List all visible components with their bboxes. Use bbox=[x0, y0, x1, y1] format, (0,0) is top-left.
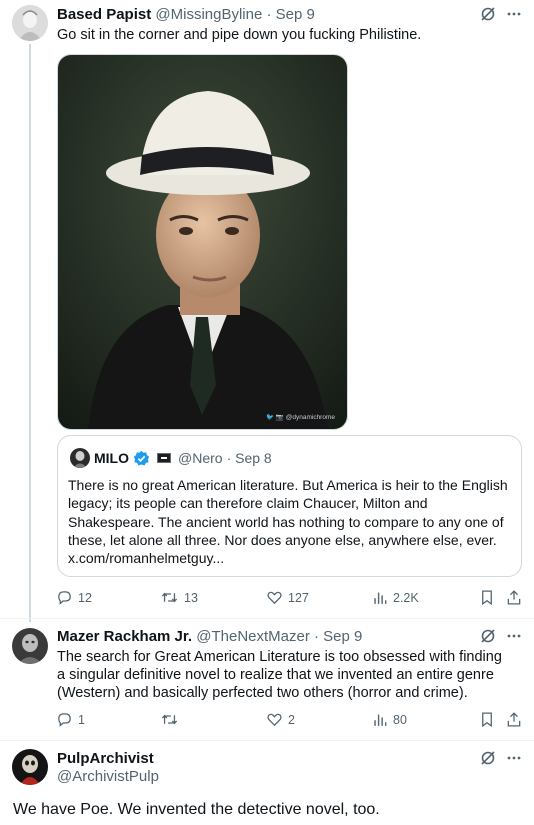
tweet-actions: 1 2 80 bbox=[56, 711, 522, 731]
views-icon bbox=[374, 592, 387, 604]
verified-badge-icon bbox=[133, 450, 150, 467]
display-name[interactable]: PulpArchivist bbox=[57, 750, 154, 767]
share-button[interactable] bbox=[506, 589, 522, 606]
user-handle[interactable]: @MissingByline bbox=[155, 6, 262, 23]
bookmark-button[interactable] bbox=[479, 711, 495, 728]
reply-icon bbox=[58, 713, 71, 727]
tweet-text: We have Poe. We invented the detective n… bbox=[13, 801, 380, 818]
repost-icon bbox=[161, 714, 178, 725]
bookmark-icon bbox=[482, 590, 492, 606]
reply-icon bbox=[58, 591, 71, 605]
grok-icon[interactable] bbox=[480, 750, 496, 766]
tweet-date[interactable]: · Sep 9 bbox=[314, 628, 362, 645]
quoted-tweet-text: There is no great American literature. B… bbox=[68, 477, 508, 567]
tweet-pulp-archivist[interactable]: PulpArchivist @ArchivistPulp We have Poe… bbox=[0, 741, 534, 825]
heart-icon bbox=[267, 591, 282, 605]
like-button[interactable]: 127 bbox=[266, 589, 309, 606]
repost-count: 13 bbox=[184, 590, 198, 605]
tweet-header: Based Papist @MissingByline · Sep 9 bbox=[57, 5, 315, 25]
repost-button[interactable] bbox=[160, 711, 184, 728]
bookmark-icon bbox=[482, 712, 492, 728]
quoted-date[interactable]: · Sep 8 bbox=[227, 450, 272, 466]
tweet-media-image[interactable]: 🐦 📷 @dynamichrome bbox=[57, 54, 348, 430]
user-handle[interactable]: @ArchivistPulp bbox=[57, 768, 159, 785]
view-count: 80 bbox=[393, 712, 407, 727]
share-icon bbox=[507, 712, 521, 727]
like-count: 2 bbox=[288, 712, 295, 727]
tweet-top-icons bbox=[480, 628, 522, 644]
quoted-tweet[interactable]: MILO @Nero · Sep 8 There is no great Ame… bbox=[57, 435, 522, 577]
reply-button[interactable]: 1 bbox=[56, 711, 85, 728]
more-options-icon[interactable] bbox=[506, 6, 522, 22]
avatar[interactable] bbox=[12, 628, 48, 664]
tweet-mazer-rackham[interactable]: Mazer Rackham Jr. @TheNextMazer · Sep 9 … bbox=[0, 619, 534, 740]
tweet-top-icons bbox=[480, 750, 522, 766]
quoted-avatar[interactable] bbox=[70, 448, 90, 468]
affiliate-badge-icon bbox=[157, 453, 171, 463]
tweet-top-icons bbox=[480, 6, 522, 22]
quoted-display-name[interactable]: MILO bbox=[94, 450, 129, 466]
display-name[interactable]: Based Papist bbox=[57, 6, 151, 23]
avatar[interactable] bbox=[12, 5, 48, 41]
repost-button[interactable]: 13 bbox=[160, 589, 198, 606]
reply-count: 1 bbox=[78, 712, 85, 727]
tweet-header: Mazer Rackham Jr. @TheNextMazer · Sep 9 bbox=[57, 627, 362, 647]
heart-icon bbox=[267, 713, 282, 727]
display-name[interactable]: Mazer Rackham Jr. bbox=[57, 628, 192, 645]
more-options-icon[interactable] bbox=[506, 750, 522, 766]
tweet-text: The search for Great American Literature… bbox=[57, 649, 502, 701]
thread-line bbox=[29, 44, 31, 622]
grok-icon[interactable] bbox=[480, 6, 496, 22]
share-icon bbox=[507, 590, 521, 605]
share-button[interactable] bbox=[506, 711, 522, 728]
views-button[interactable]: 80 bbox=[372, 711, 407, 728]
avatar[interactable] bbox=[12, 749, 48, 785]
view-count: 2.2K bbox=[393, 590, 419, 605]
quoted-handle[interactable]: @Nero bbox=[178, 450, 223, 466]
more-options-icon[interactable] bbox=[506, 628, 522, 644]
like-button[interactable]: 2 bbox=[266, 711, 295, 728]
tweet-date[interactable]: · Sep 9 bbox=[267, 6, 315, 23]
tweet-based-papist[interactable]: Based Papist @MissingByline · Sep 9 Go s… bbox=[0, 0, 534, 622]
tweet-header: PulpArchivist bbox=[57, 749, 154, 769]
views-icon bbox=[374, 714, 387, 726]
views-button[interactable]: 2.2K bbox=[372, 589, 419, 606]
tweet-handle-line: @ArchivistPulp bbox=[57, 767, 159, 787]
media-credit: 🐦 📷 @dynamichrome bbox=[265, 414, 335, 421]
grok-icon[interactable] bbox=[480, 628, 496, 644]
tweet-actions: 12 13 127 2.2K bbox=[56, 589, 522, 609]
reply-count: 12 bbox=[78, 590, 92, 605]
tweet-text: Go sit in the corner and pipe down you f… bbox=[57, 27, 422, 43]
like-count: 127 bbox=[288, 590, 309, 605]
portrait-photo bbox=[58, 55, 347, 429]
repost-icon bbox=[161, 592, 178, 603]
reply-button[interactable]: 12 bbox=[56, 589, 92, 606]
bookmark-button[interactable] bbox=[479, 589, 495, 606]
quoted-tweet-header: MILO @Nero · Sep 8 bbox=[70, 448, 272, 468]
user-handle[interactable]: @TheNextMazer bbox=[196, 628, 310, 645]
